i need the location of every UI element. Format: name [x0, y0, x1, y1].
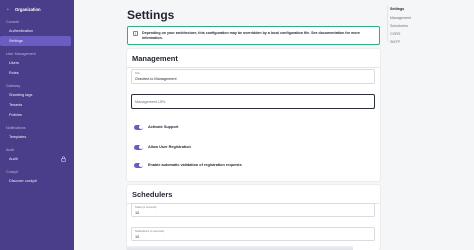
organization-back-link[interactable]: ← Organization: [0, 0, 74, 18]
info-banner-text: Depending on your architecture, this con…: [142, 31, 360, 40]
title-field[interactable]: Title Gravitee.io Management: [131, 69, 375, 84]
section-audit: Audit: [6, 148, 15, 152]
activate-support-toggle[interactable]: [134, 124, 143, 130]
toc-item-cors[interactable]: CORS: [390, 32, 400, 36]
sidebar-item-tenants[interactable]: Tenants: [0, 100, 74, 110]
section-console: Console: [6, 20, 20, 24]
scroll-shadow: [127, 246, 353, 250]
sidebar-item-sharding-tags[interactable]: Sharding tags: [0, 90, 74, 100]
toggle-knob: [138, 145, 143, 149]
info-icon: i: [133, 31, 138, 36]
toggle-knob: [138, 163, 143, 167]
toggle-knob: [138, 125, 143, 129]
tasks-field-value: 10: [135, 210, 140, 215]
notifications-field-label: Notifications (in seconds): [135, 229, 164, 233]
tasks-field-label: Tasks (in seconds): [135, 205, 157, 209]
allow-registration-label: Allow User Registration: [148, 145, 191, 149]
management-url-field[interactable]: Management URL: [131, 94, 375, 109]
activate-support-toggle-row[interactable]: Activate Support: [134, 124, 178, 130]
info-banner: i Depending on your architecture, this c…: [127, 26, 380, 45]
toc-rail: [387, 5, 388, 42]
toc-item-settings[interactable]: Settings: [390, 7, 404, 11]
auto-validation-toggle[interactable]: [134, 162, 143, 168]
management-title: Management: [132, 54, 178, 63]
title-field-value: Gravitee.io Management: [135, 76, 177, 81]
management-card: Management Title Gravitee.io Management …: [127, 49, 380, 181]
activate-support-label: Activate Support: [148, 125, 179, 129]
section-user-management: User Management: [6, 52, 36, 56]
title-field-label: Title: [135, 71, 140, 75]
toc-item-management[interactable]: Management: [390, 16, 411, 20]
sidebar-item-settings[interactable]: Settings: [0, 36, 71, 46]
toc-item-schedulers[interactable]: Schedulers: [390, 24, 408, 28]
sidebar-item-templates[interactable]: Templates: [0, 132, 74, 142]
section-gateway: Gateway: [6, 84, 21, 88]
toc-item-smtp[interactable]: SMTP: [390, 40, 400, 44]
schedulers-card: Schedulers Tasks (in seconds) 10 Notific…: [127, 185, 380, 250]
allow-registration-toggle[interactable]: [134, 144, 143, 150]
page-title: Settings: [127, 8, 175, 22]
section-notifications: Notifications: [6, 126, 26, 130]
lock-icon: [61, 156, 66, 162]
organization-label: Organization: [15, 6, 41, 12]
sidebar-item-authentication[interactable]: Authentication: [0, 26, 74, 36]
sidebar-item-policies[interactable]: Policies: [0, 110, 74, 120]
sidebar-item-roles[interactable]: Roles: [0, 68, 74, 78]
sidebar-item-audit[interactable]: Audit: [0, 154, 74, 164]
arrow-left-icon: ←: [6, 6, 11, 12]
sidebar-item-audit-label: Audit: [9, 157, 18, 161]
sidebar-item-users[interactable]: Users: [0, 58, 74, 68]
sidebar-item-discover-cockpit[interactable]: Discover cockpit: [0, 176, 74, 186]
tasks-field[interactable]: Tasks (in seconds) 10: [131, 203, 375, 217]
auto-validation-toggle-row[interactable]: Enable automatic validation of registrat…: [134, 162, 242, 168]
sidebar: ← Organization Console Authentication Se…: [0, 0, 74, 250]
notifications-field-value: 10: [135, 234, 140, 239]
management-divider: [127, 67, 380, 68]
section-cockpit: Cockpit: [6, 170, 18, 174]
schedulers-title: Schedulers: [132, 190, 173, 199]
management-url-placeholder: Management URL: [135, 99, 166, 104]
notifications-field[interactable]: Notifications (in seconds) 10: [131, 227, 375, 241]
auto-validation-label: Enable automatic validation of registrat…: [148, 163, 242, 167]
allow-registration-toggle-row[interactable]: Allow User Registration: [134, 144, 191, 150]
table-of-contents: Settings Management Schedulers CORS SMTP: [384, 0, 474, 250]
main-content: Settings i Depending on your architectur…: [74, 0, 384, 250]
